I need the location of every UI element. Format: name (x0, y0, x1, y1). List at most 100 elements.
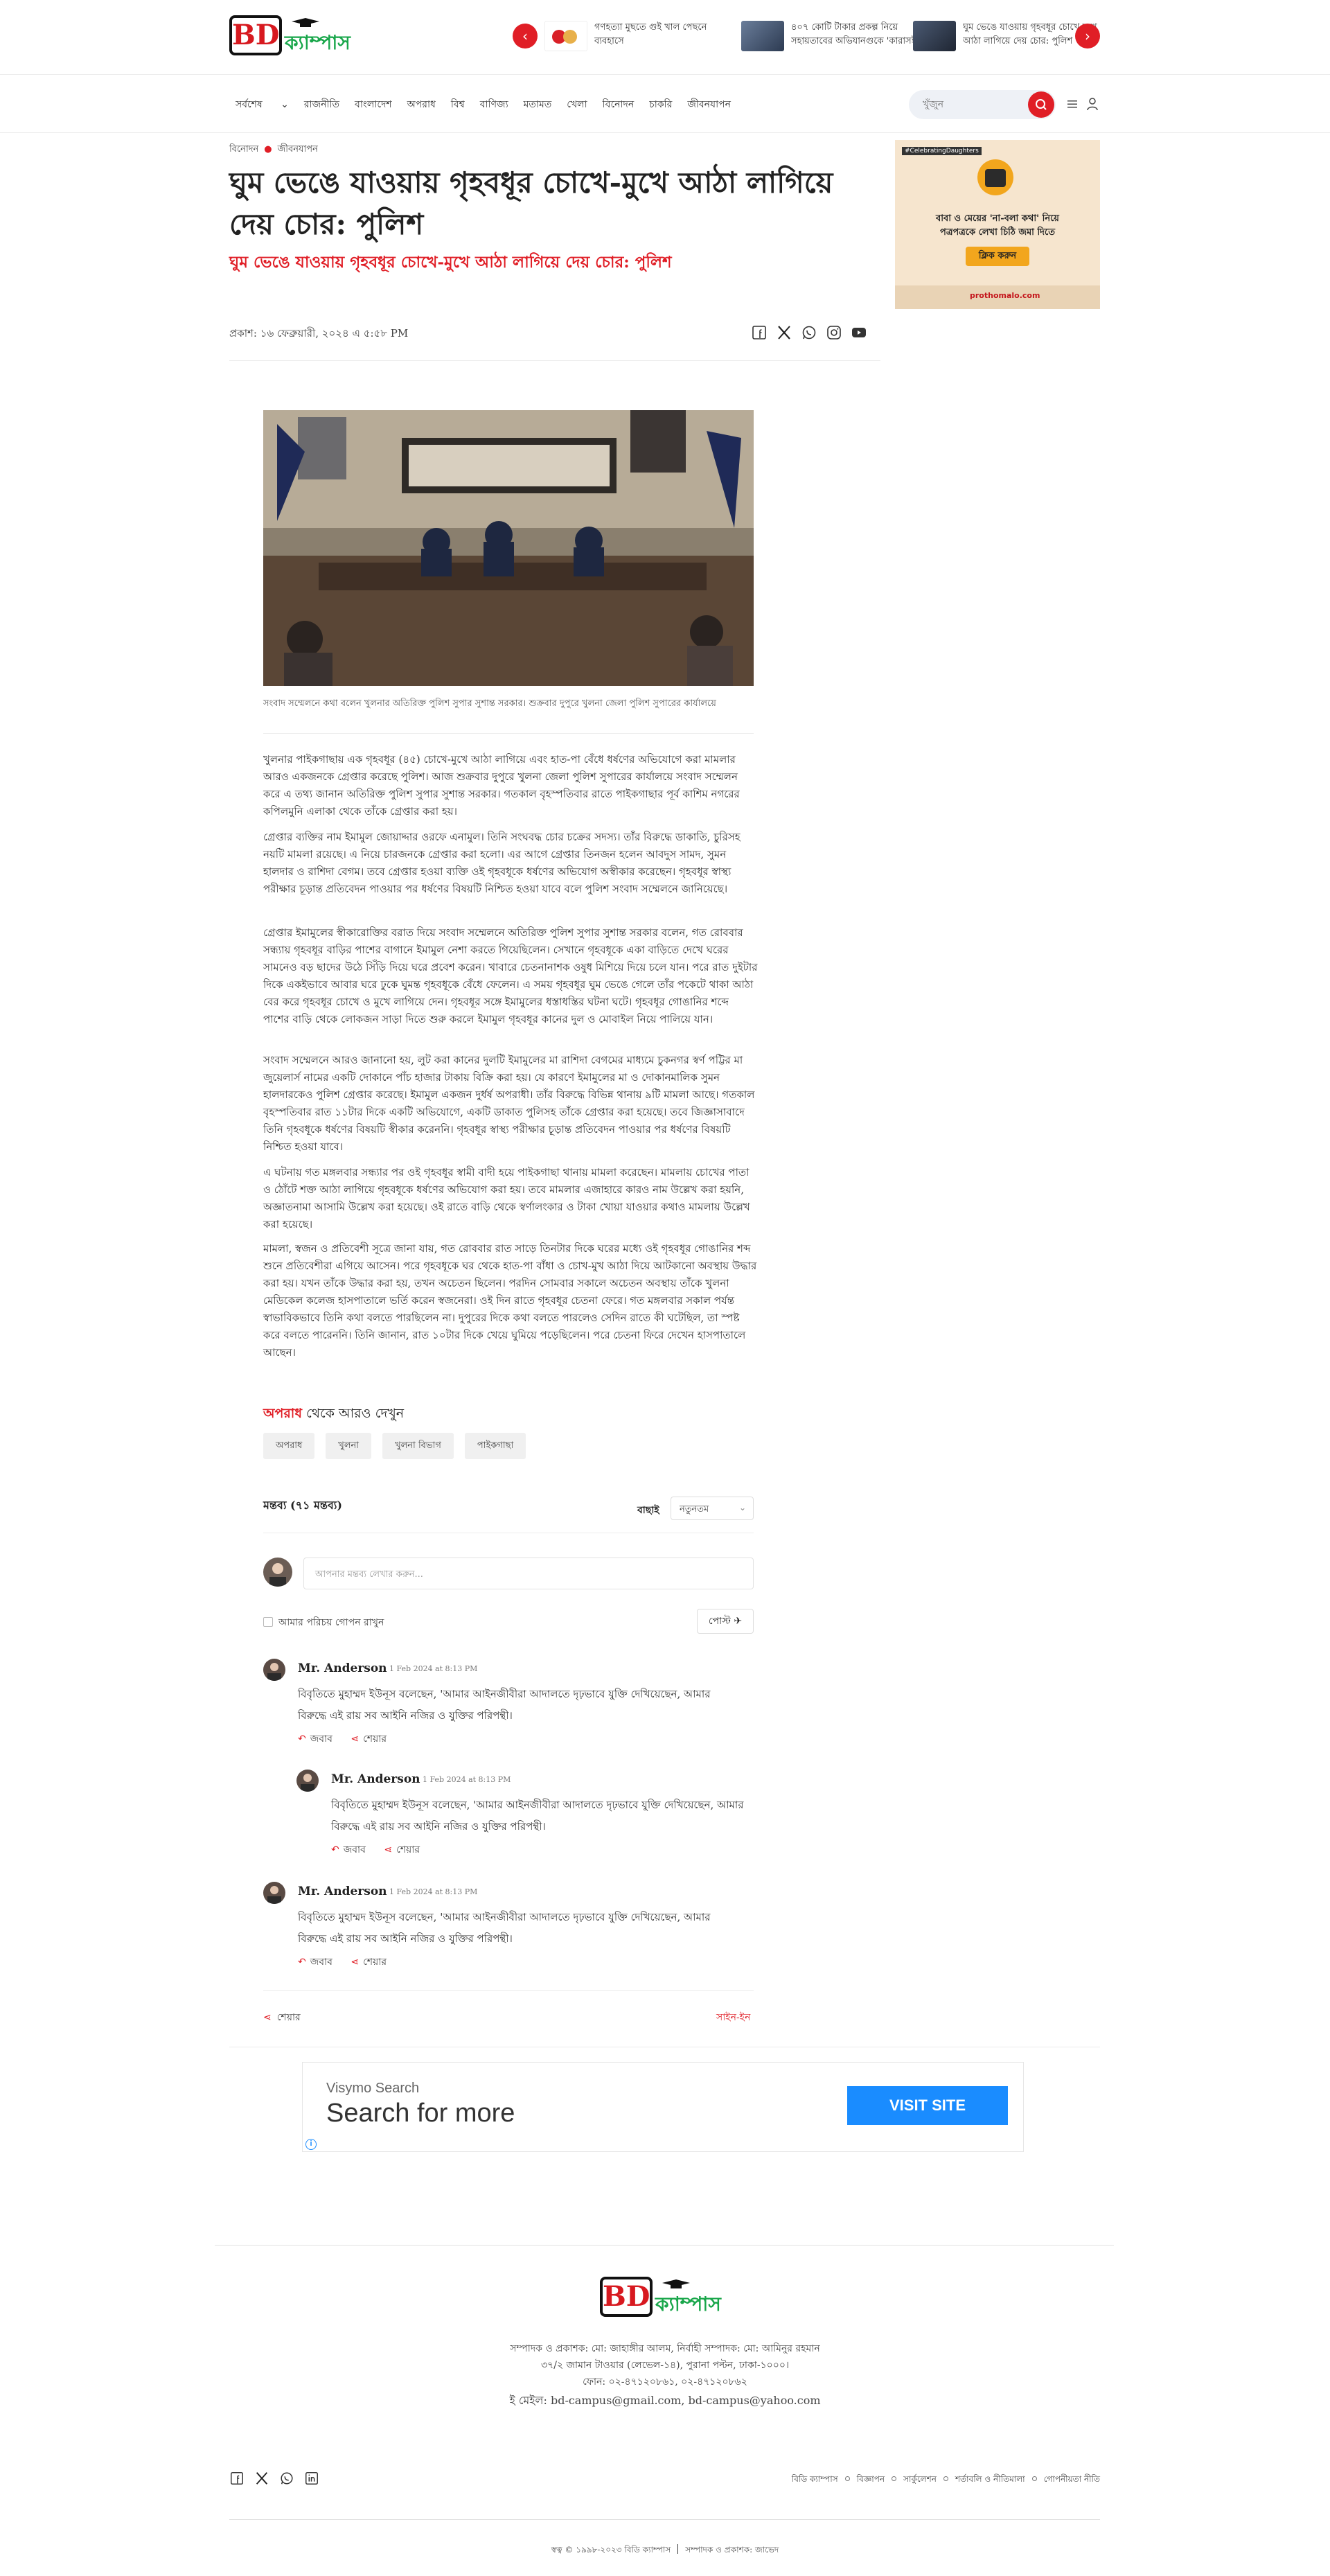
share-icon: ⋖ (263, 2012, 272, 2023)
signin-link[interactable]: সাইন-ইন (716, 2009, 750, 2026)
comment-time: 1 Feb 2024 at 8:13 PM (423, 1775, 511, 1784)
share-icon: ⋖ (384, 1844, 393, 1855)
footer-link[interactable]: গোপনীয়তা নীতি (1044, 2474, 1100, 2484)
ad-illustration (977, 159, 1013, 195)
hamburger-menu-icon[interactable] (1067, 98, 1078, 109)
more-suffix: থেকে আরও দেখুন (301, 1406, 405, 1421)
x-twitter-icon[interactable] (254, 2471, 269, 2486)
visit-site-button[interactable]: VISIT SITE (847, 2086, 1008, 2125)
search-icon (1036, 99, 1047, 110)
ad-info-icon[interactable]: i (305, 2139, 317, 2150)
tag-chip[interactable]: খুলনা (326, 1433, 372, 1459)
share-button[interactable]: ⋖ শেয়ার (351, 1733, 387, 1745)
reply-button[interactable]: ↶ জবাব (298, 1733, 332, 1745)
reply-button[interactable]: ↶ জবাব (298, 1957, 332, 1968)
share-button[interactable]: ⋖ শেয়ার (351, 1957, 387, 1968)
sidebar-advertisement[interactable]: #CelebratingDaughters বাবা ও মেয়ের 'না-… (895, 140, 1100, 309)
divider (229, 2519, 1100, 2520)
copyright-publisher: সম্পাদক ও প্রকাশক: জাভেদ (685, 2545, 779, 2555)
nav-item-latest[interactable]: সর্বশেষ ⌄ (236, 96, 289, 115)
comment-item: Mr. Anderson 1 Feb 2024 at 8:13 PM বিবৃত… (263, 1659, 720, 1749)
article-paragraph: গ্রেপ্তার ব্যক্তির নাম ইমামুল জোয়াদ্দার… (263, 831, 741, 895)
nav-item-business[interactable]: বাণিজ্য (480, 96, 508, 115)
main-navbar: সর্বশেষ ⌄ রাজনীতি বাংলাদেশ অপরাধ বিশ্ব ব… (0, 75, 1330, 133)
footer-links: বিডি ক্যাম্পাস বিজ্ঞাপন সার্কুলেশন শর্তাবলি… (792, 2473, 1100, 2487)
tag-list: অপরাধ খুলনা খুলনা বিভাগ পাইকগাছা (263, 1433, 537, 1461)
nav-item-opinion[interactable]: মতামত (524, 96, 552, 115)
comment-item: Mr. Anderson 1 Feb 2024 at 8:13 PM বিবৃত… (263, 1882, 720, 1972)
post-comment-button[interactable]: পোস্ট ✈ (697, 1609, 754, 1634)
sort-select[interactable]: নতুনতম ⌄ (671, 1497, 754, 1520)
share-label: শেয়ার (396, 1844, 420, 1855)
ad-cta-button[interactable]: ক্লিক করুন (966, 247, 1029, 266)
footer-logo[interactable]: BD ক্যাম্পাস (600, 2274, 732, 2321)
nav-item-entertainment[interactable]: বিনোদন (603, 96, 635, 115)
search-input[interactable] (923, 96, 1020, 113)
bottom-advertisement[interactable]: Visymo Search Search for more VISIT SITE… (302, 2062, 1024, 2152)
footer-address: ৩৭/২ জামান টাওয়ার (লেভেল-১৪), পুরানা পল… (541, 2360, 789, 2371)
comment-input[interactable]: আপনার মন্তব্য লেখার করুন... (303, 1558, 754, 1589)
share-article-button[interactable]: ⋖ শেয়ার (263, 2009, 301, 2026)
footer-divider (215, 2245, 1114, 2246)
instagram-icon[interactable] (826, 324, 842, 341)
breadcrumb: বিনোদন ● জীবনযাপন (229, 143, 318, 157)
x-twitter-icon[interactable] (776, 324, 792, 341)
footer-link[interactable]: বিডি ক্যাম্পাস (792, 2474, 838, 2484)
user-icon[interactable] (1086, 97, 1099, 111)
reply-icon: ↶ (298, 1957, 306, 1968)
comment-author: Mr. Anderson (298, 1661, 387, 1675)
facebook-icon[interactable] (229, 2471, 245, 2486)
reply-label: জবাব (310, 1957, 332, 1968)
comment-text: বিবৃতিতে মুহাম্মদ ইউনূস বলেছেন, 'আমার আই… (298, 1911, 711, 1945)
logo-bd: BD (600, 2277, 653, 2317)
tag-chip[interactable]: খুলনা বিভাগ (382, 1433, 454, 1459)
send-icon: ✈ (734, 1616, 743, 1627)
ticker-item[interactable]: ৪০৭ কোটি টাকার প্রকল্প নিয়ে সহায়তাবের … (741, 19, 928, 53)
ticker-prev-button[interactable]: ‹ (513, 24, 538, 48)
whatsapp-icon[interactable] (279, 2471, 294, 2486)
ticker-item[interactable]: ঘুম ভেঙে যাওয়ায় গৃহবধূর চোখে-মুখে আঠা … (913, 19, 1100, 53)
divider (263, 733, 754, 734)
article-subtitle: ঘুম ভেঙে যাওয়ায় গৃহবধূর চোখে-মুখে আঠা … (229, 253, 672, 272)
nav-item-lifestyle[interactable]: জীবনযাপন (687, 96, 731, 115)
site-logo[interactable]: BD ক্যাম্পাস (229, 12, 361, 60)
anonymous-checkbox[interactable]: আমার পরিচয় গোপন রাখুন (263, 1614, 384, 1631)
avatar (296, 1770, 319, 1792)
search-box (909, 90, 1056, 119)
search-button[interactable] (1028, 91, 1054, 118)
nav-item-crime[interactable]: অপরাধ (407, 96, 436, 115)
reply-button[interactable]: ↶ জবাব (331, 1844, 366, 1855)
share-button[interactable]: ⋖ শেয়ার (384, 1844, 420, 1855)
nav-item-jobs[interactable]: চাকরি (649, 96, 672, 115)
ad-headline: Search for more (326, 2099, 515, 2128)
tag-chip[interactable]: পাইকগাছা (464, 1433, 526, 1459)
ticker-next-button[interactable]: › (1075, 24, 1100, 48)
comment-text: বিবৃতিতে মুহাম্মদ ইউনূস বলেছেন, 'আমার আই… (331, 1799, 744, 1833)
share-label: শেয়ার (276, 2012, 301, 2023)
article-paragraph: সংবাদ সম্মেলনে আরও জানানো হয়, লুট করা ক… (263, 1054, 755, 1153)
category-link[interactable]: অপরাধ (263, 1406, 302, 1421)
ticker-thumbnail (544, 21, 587, 51)
reply-label: জবাব (310, 1733, 332, 1745)
footer-link[interactable]: বিজ্ঞাপন (857, 2474, 885, 2484)
ticker-thumbnail (913, 21, 956, 51)
ad-brand: Visymo Search (326, 2081, 420, 2096)
facebook-icon[interactable] (751, 324, 768, 341)
whatsapp-icon[interactable] (801, 324, 817, 341)
linkedin-icon[interactable] (304, 2471, 319, 2486)
nav-item-bangladesh[interactable]: বাংলাদেশ (355, 96, 392, 115)
ticker-item[interactable]: গণহত্যা মুছতে গুই খাল পেছনে ব্যবহাসে (544, 19, 732, 53)
nav-item-sports[interactable]: খেলা (567, 96, 587, 115)
footer-link[interactable]: শর্তাবলি ও নীতিমালা (955, 2474, 1025, 2484)
youtube-icon[interactable] (851, 324, 867, 341)
avatar (263, 1659, 285, 1681)
tag-chip[interactable]: অপরাধ (263, 1433, 315, 1459)
footer-link[interactable]: সার্কুলেশন (903, 2474, 937, 2484)
nav-item-world[interactable]: বিশ্ব (451, 96, 465, 115)
divider (229, 360, 880, 361)
comment-actions: ↶ জবাব ⋖ শেয়ার (298, 1731, 387, 1747)
article-title: ঘুম ভেঙে যাওয়ায় গৃহবধূর চোখে-মুখে আঠা … (229, 166, 833, 241)
breadcrumb-item[interactable]: বিনোদন (229, 144, 258, 155)
breadcrumb-item[interactable]: জীবনযাপন (278, 144, 318, 155)
nav-item-politics[interactable]: রাজনীতি (304, 96, 339, 115)
